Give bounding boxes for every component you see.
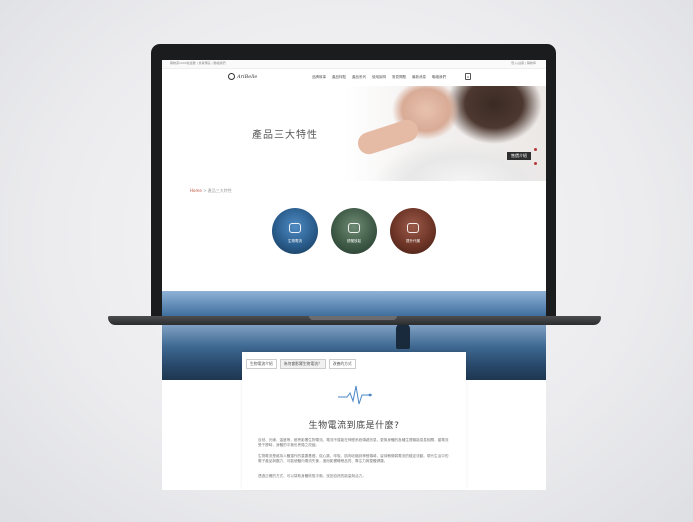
nav-menu: 品牌故事 產品特點 產品系列 使用說明 常見問題 最新消息 聯絡我們 xyxy=(312,75,446,80)
pulse-icon xyxy=(338,385,372,405)
hero-banner: 產品三大特性 售價介紹 xyxy=(162,86,546,181)
main-nav: AriBelle 品牌故事 產品特點 產品系列 使用說明 常見問題 最新消息 聯… xyxy=(162,68,546,86)
nav-item-guide[interactable]: 使用說明 xyxy=(372,75,386,80)
logo[interactable]: AriBelle xyxy=(228,73,257,80)
nav-item-news[interactable]: 最新消息 xyxy=(412,75,426,80)
feature-circle-relax[interactable]: 舒壓放鬆 xyxy=(331,208,377,254)
hero-price-button[interactable]: 售價介紹 xyxy=(507,152,531,160)
nav-item-brand[interactable]: 品牌故事 xyxy=(312,75,326,80)
feature-circle-bioelectric[interactable]: 生物電流 xyxy=(272,208,318,254)
screen-sky-band xyxy=(162,291,546,316)
content-card: 生物電流介紹 為何會影響生物電流？ 改善的方式 生物電流到底是什麼? 自然、光線… xyxy=(242,352,466,490)
feature-circle-metabolism[interactable]: 提升代謝 xyxy=(390,208,436,254)
breadcrumb-current: 產品三大特性 xyxy=(207,188,232,193)
content-heading: 生物電流到底是什麼? xyxy=(308,421,400,431)
top-strip-left: 購物滿1000免運費 | 會員專區 | 聯絡我們 xyxy=(170,61,226,65)
breadcrumb-home[interactable]: Home xyxy=(190,188,202,193)
laptop-screen: 購物滿1000免運費 | 會員專區 | 聯絡我們 登入/註冊 | 購物車 Ari… xyxy=(162,60,546,316)
nav-item-features[interactable]: 產品特點 xyxy=(332,75,346,80)
top-strip-right[interactable]: 登入/註冊 | 購物車 xyxy=(511,61,536,65)
tab-improve[interactable]: 改善的方式 xyxy=(328,359,356,369)
nav-item-products[interactable]: 產品系列 xyxy=(352,75,366,80)
feature-label: 提升代謝 xyxy=(406,239,420,243)
laptop-notch xyxy=(309,316,397,320)
logo-icon xyxy=(228,73,235,80)
content-tabs: 生物電流介紹 為何會影響生物電流？ 改善的方式 xyxy=(246,359,356,369)
wave-icon xyxy=(407,223,419,233)
content-paragraph: 透過正確的方式，可以幫助身體恢復平衡，找回自然的能量與活力。 xyxy=(258,474,366,478)
meditating-figure xyxy=(396,325,410,349)
feature-label: 舒壓放鬆 xyxy=(347,239,361,243)
cart-icon[interactable]: 0 xyxy=(465,73,471,80)
leaf-icon xyxy=(348,223,360,233)
breadcrumb: Home > 產品三大特性 xyxy=(190,188,232,194)
logo-text: AriBelle xyxy=(237,73,258,80)
nav-item-faq[interactable]: 常見問題 xyxy=(392,75,406,80)
feature-label: 生物電流 xyxy=(288,239,302,243)
hero-dot-icon[interactable] xyxy=(534,162,537,165)
nav-item-contact[interactable]: 聯絡我們 xyxy=(432,75,446,80)
person-icon xyxy=(289,223,301,233)
tab-influence[interactable]: 為何會影響生物電流？ xyxy=(279,359,326,369)
tab-intro[interactable]: 生物電流介紹 xyxy=(246,359,277,369)
hero-title: 產品三大特性 xyxy=(252,130,318,141)
content-paragraph: 生物電流是維持人體運作的重要基礎，從心跳、呼吸、肌肉收縮到神經傳導，皆仰賴微弱電… xyxy=(258,454,449,464)
hero-dot-icon[interactable] xyxy=(534,148,537,151)
content-paragraph: 自然、光線、溫度等，都會影響生物電流。電流不僅能在神經系統傳遞訊息，更與身體的各… xyxy=(258,438,449,448)
